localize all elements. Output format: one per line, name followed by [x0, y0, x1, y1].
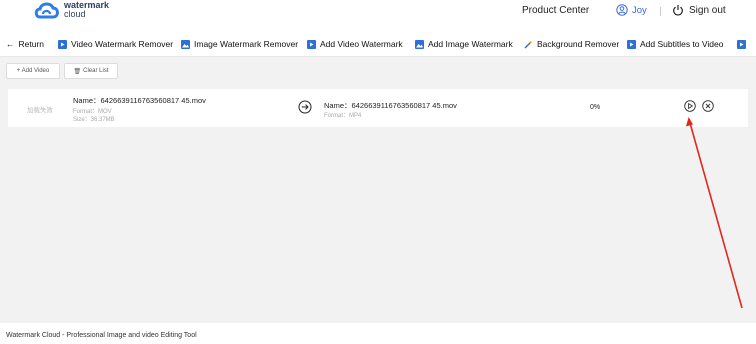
image-icon [181, 39, 190, 49]
remove-task-icon[interactable] [702, 100, 714, 112]
nav-background-remover[interactable]: Background Remover [524, 36, 619, 52]
nav-image-watermark-remover[interactable]: Image Watermark Remover [181, 36, 298, 52]
nav-add-image-watermark[interactable]: Add Image Watermark [415, 36, 513, 52]
clear-list-label: Clear List [83, 68, 109, 74]
tool-nav: ← Return Video Watermark Remover Image W… [0, 36, 756, 52]
logo-text: watermark cloud [64, 1, 109, 19]
sign-out-label: Sign out [689, 4, 726, 16]
task-row: 加载失败 Name：6426639116763560817 45.mov For… [8, 89, 748, 127]
nav-item-label: Add Subtitles to Video [640, 39, 724, 49]
footer-text: Watermark Cloud - Professional Image and… [6, 332, 197, 339]
nav-return[interactable]: ← Return [6, 36, 44, 52]
logo-line2: cloud [64, 9, 86, 19]
nav-video-watermark-remover[interactable]: Video Watermark Remover [58, 36, 173, 52]
source-file-name: Name：6426639116763560817 45.mov [73, 96, 206, 105]
magic-wand-icon [524, 40, 533, 48]
nav-item-label: Video Watermark Remover [71, 39, 174, 49]
play-button-icon[interactable] [684, 100, 696, 112]
footer: Watermark Cloud - Professional Image and… [0, 323, 756, 344]
nav-item-label: Image Watermark Remover [194, 39, 299, 49]
product-center-link[interactable]: Product Center [522, 5, 589, 16]
nav-item-label: Add Video Watermark [320, 39, 403, 49]
source-size: Size：36.37MB [73, 117, 115, 123]
clear-list-button[interactable]: 🗑 Clear List [64, 63, 118, 79]
video-icon [627, 39, 636, 49]
nav-add-video-watermark[interactable]: Add Video Watermark [307, 36, 403, 52]
header-separator [660, 7, 661, 16]
image-icon [415, 39, 424, 49]
user-name: Joy [632, 4, 647, 16]
power-icon [673, 5, 683, 16]
add-video-button[interactable]: + Add Video [6, 63, 60, 79]
video-icon [737, 39, 746, 49]
sign-out-button[interactable]: Sign out [672, 4, 726, 16]
nav-item-label: Background Remover [537, 39, 620, 49]
nav-return-label: Return [18, 39, 45, 49]
trash-icon: 🗑 [73, 68, 82, 75]
arrow-left-icon: ← [6, 39, 15, 49]
nav-item-label: Add Image Watermark [428, 39, 513, 49]
user-icon [616, 4, 628, 16]
logo[interactable]: watermark cloud [34, 0, 109, 20]
top-header: watermark cloud Product Center Joy Sign … [0, 0, 756, 26]
video-icon [307, 39, 316, 49]
nav-more-tool[interactable] [737, 36, 750, 52]
task-area: + Add Video 🗑 Clear List 加载失败 Name：64266… [0, 57, 756, 323]
convert-arrow-icon [298, 100, 312, 114]
progress-percent: 0% [590, 104, 601, 111]
user-menu[interactable]: Joy [616, 4, 647, 16]
nav-add-subtitles[interactable]: Add Subtitles to Video [627, 36, 724, 52]
video-icon [58, 39, 67, 49]
video-thumbnail: 加载失败 [27, 107, 53, 114]
cloud-logo-icon [34, 2, 59, 19]
target-format: Format：MP4 [324, 113, 362, 119]
